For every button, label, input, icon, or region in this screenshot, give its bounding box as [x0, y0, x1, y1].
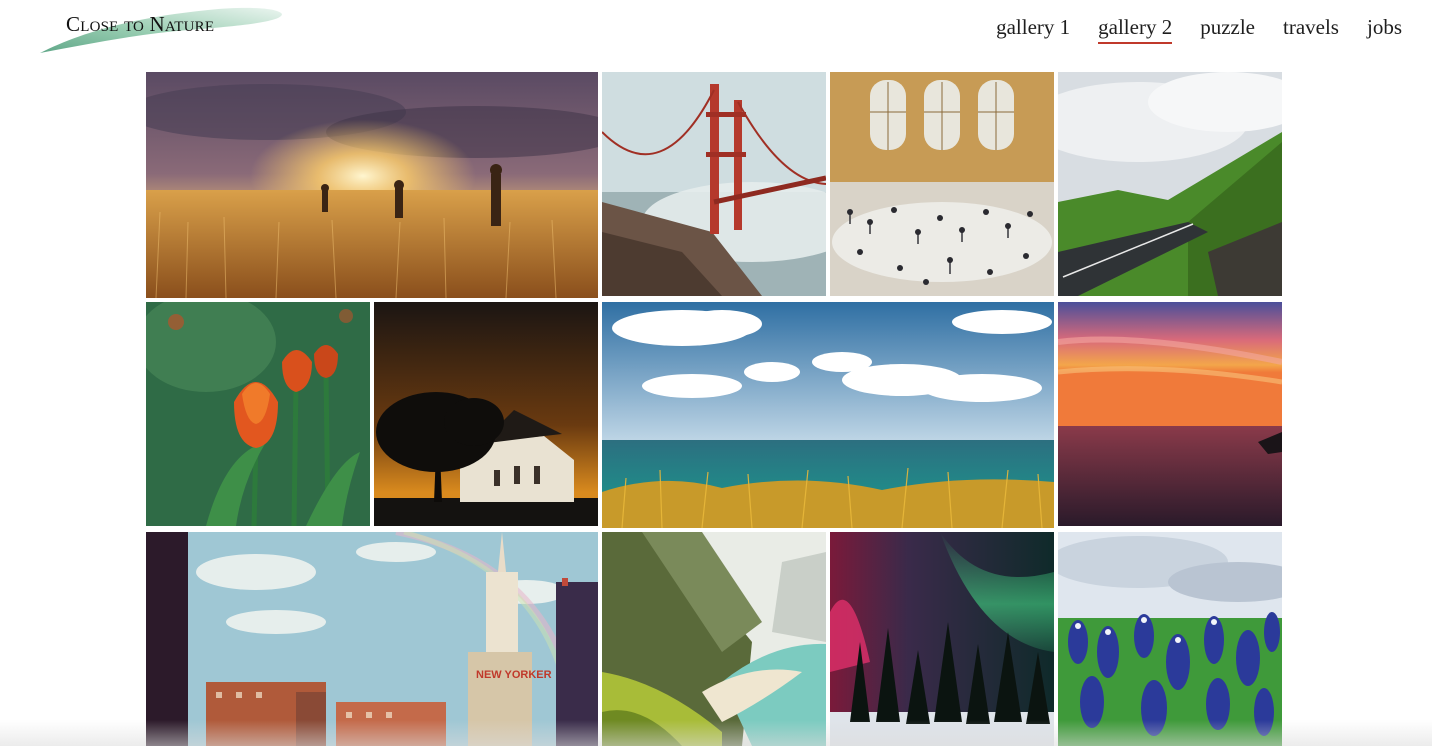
- photo-gallery: NEW YORKER: [0, 0, 1432, 746]
- photo-grand-central-terminal[interactable]: [830, 72, 1054, 296]
- photo-seascape-clouds[interactable]: [602, 302, 1054, 528]
- photo-ocean-sunset[interactable]: [1058, 302, 1282, 526]
- photo-church-night[interactable]: [374, 302, 598, 526]
- photo-bluebonnets[interactable]: [1058, 532, 1282, 746]
- photo-aurora-forest[interactable]: [830, 532, 1054, 746]
- photo-golden-gate-bridge[interactable]: [602, 72, 826, 296]
- photo-mountain-cove-beach[interactable]: [602, 532, 826, 746]
- new-yorker-sign: NEW YORKER: [476, 669, 552, 681]
- photo-tulips[interactable]: [146, 302, 370, 526]
- photo-mountain-road[interactable]: [1058, 72, 1282, 296]
- photo-nyc-skyline-rainbow[interactable]: NEW YORKER: [146, 532, 598, 746]
- photo-sunset-field[interactable]: [146, 72, 598, 298]
